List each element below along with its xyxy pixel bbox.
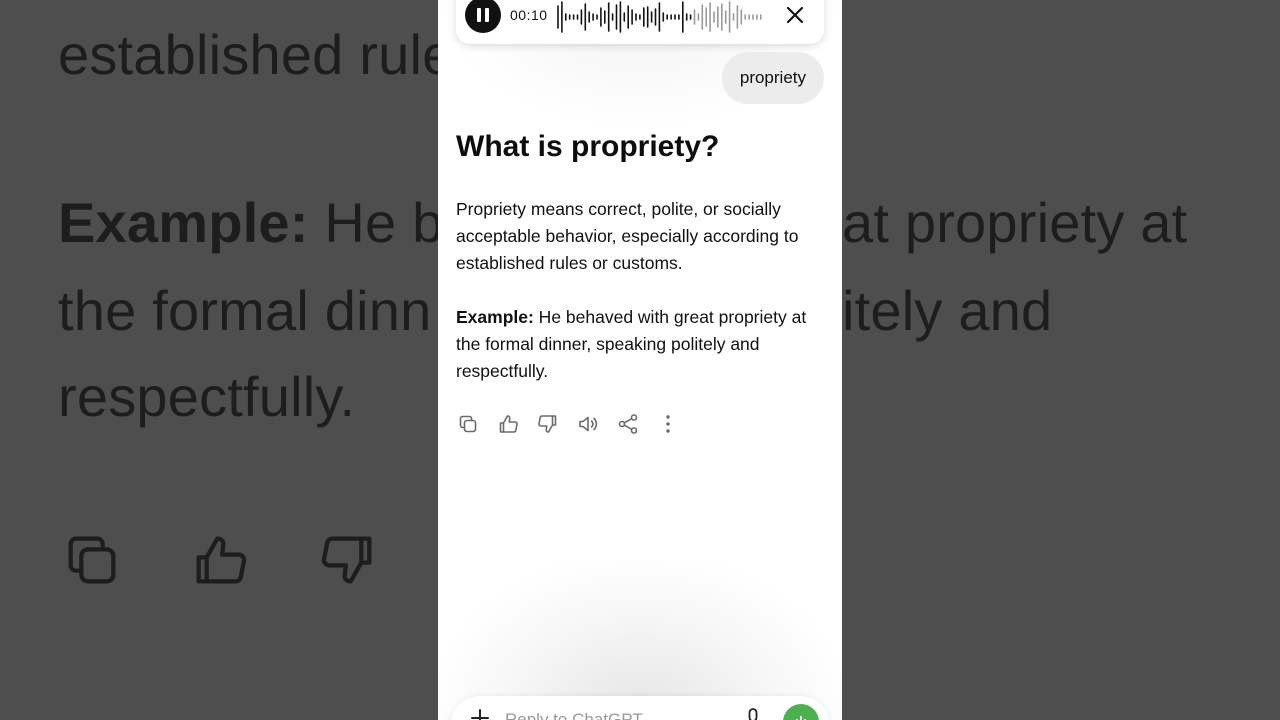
background-text-line-4: respectfully. — [58, 365, 356, 428]
share-icon[interactable] — [616, 412, 640, 436]
answer-example: Example: He behaved with great propriety… — [456, 304, 824, 385]
background-text-line-2-right: at propriety at — [842, 191, 1188, 254]
thumbs-up-icon[interactable] — [496, 412, 520, 436]
voice-recording-bar: 00:10 — [456, 0, 824, 44]
chat-screen: 00:10 propriety What is propriety? Propr… — [438, 0, 842, 720]
background-text-line-1: established rule — [58, 23, 454, 86]
close-icon[interactable] — [786, 6, 804, 24]
background-text-line-3-right: itely and — [842, 279, 1053, 342]
message-actions — [456, 412, 696, 436]
copy-icon[interactable] — [456, 412, 480, 436]
audio-waveform — [557, 1, 762, 33]
thumbs-down-icon[interactable] — [536, 412, 560, 436]
background-example-label: Example: — [58, 191, 309, 254]
voice-mode-button[interactable] — [783, 704, 819, 720]
plus-icon[interactable] — [470, 708, 490, 720]
pause-button[interactable] — [465, 0, 501, 33]
composer-input[interactable]: Reply to ChatGPT — [505, 710, 643, 720]
background-copy-icon — [68, 536, 116, 584]
background-text-line-2: Example: He be — [58, 190, 475, 255]
answer-definition: Propriety means correct, polite, or soci… — [456, 199, 799, 273]
background-text-line-3: the formal dinn — [58, 279, 432, 342]
pause-icon — [477, 8, 481, 22]
message-composer: Reply to ChatGPT — [450, 696, 830, 720]
more-options-icon[interactable] — [656, 412, 680, 436]
recording-timer: 00:10 — [510, 7, 548, 23]
background-thumbs-down-icon — [321, 536, 372, 584]
microphone-icon[interactable] — [746, 708, 760, 720]
answer-heading: What is propriety? — [456, 130, 720, 163]
user-message-bubble: propriety — [721, 52, 824, 104]
read-aloud-icon[interactable] — [576, 412, 600, 436]
example-label: Example: — [456, 307, 534, 327]
background-thumbs-up-icon — [196, 536, 247, 584]
voice-mode-icon — [796, 716, 806, 720]
